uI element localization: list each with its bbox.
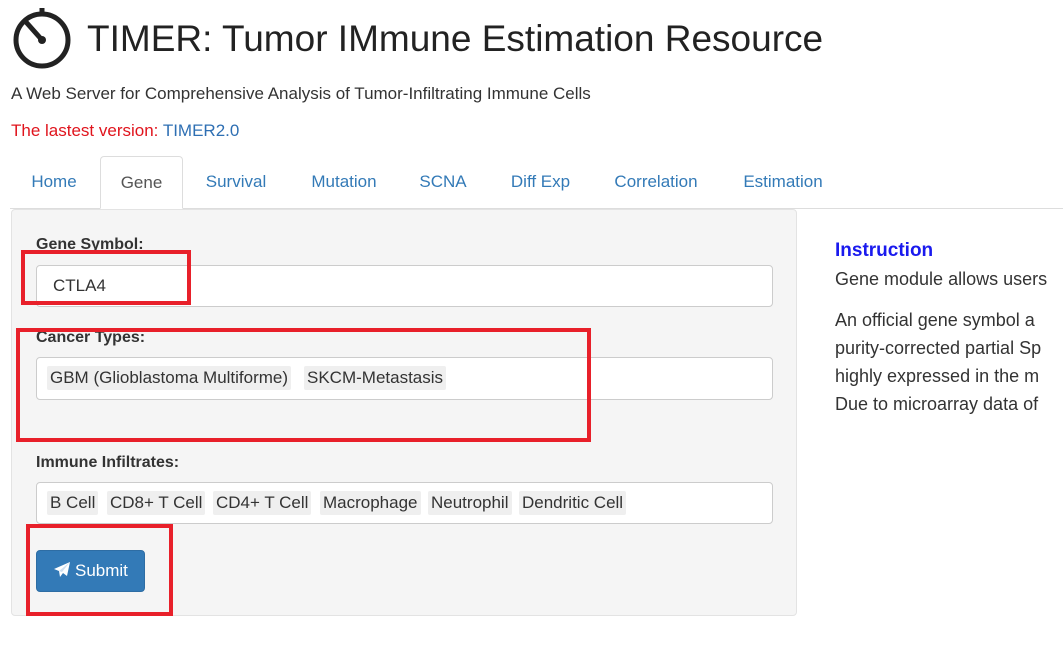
- instruction-text: Gene module allows users: [835, 269, 1048, 289]
- version-notice: The lastest version: TIMER2.0: [11, 120, 239, 142]
- immune-cell-chip[interactable]: CD4+ T Cell: [213, 491, 312, 515]
- nav-tabs: Home Gene Survival Mutation SCNA Diff Ex…: [10, 156, 1063, 209]
- instruction-text: highly expressed in the m: [835, 366, 1040, 386]
- version-label: The lastest version:: [11, 121, 163, 140]
- tab-survival[interactable]: Survival: [185, 156, 287, 208]
- tab-estimation[interactable]: Estimation: [718, 156, 848, 208]
- immune-cell-chip[interactable]: B Cell: [47, 491, 99, 515]
- immune-infiltrates-select[interactable]: B Cell CD8+ T Cell CD4+ T Cell Macrophag…: [36, 482, 773, 524]
- tab-gene[interactable]: Gene: [100, 156, 183, 209]
- instruction-text: purity-corrected partial Sp: [835, 338, 1042, 358]
- immune-cell-chip[interactable]: Neutrophil: [428, 491, 512, 515]
- page-title: TIMER: Tumor IMmune Estimation Resource: [87, 18, 824, 59]
- tab-diff-exp[interactable]: Diff Exp: [487, 156, 594, 208]
- instruction-text: An official gene symbol a: [835, 310, 1035, 330]
- instruction-title: Instruction: [835, 240, 934, 261]
- highlight-box-cancer: [16, 328, 591, 442]
- version-link[interactable]: TIMER2.0: [163, 121, 240, 140]
- immune-infiltrates-label: Immune Infiltrates:: [36, 454, 180, 471]
- tab-mutation[interactable]: Mutation: [289, 156, 399, 208]
- timer-logo-icon: [13, 8, 71, 69]
- highlight-box-gene: [21, 250, 191, 305]
- immune-cell-chip[interactable]: CD8+ T Cell: [107, 491, 206, 515]
- tab-correlation[interactable]: Correlation: [596, 156, 716, 208]
- instruction-text: Due to microarray data of: [835, 394, 1039, 414]
- immune-cell-chip[interactable]: Dendritic Cell: [519, 491, 627, 515]
- highlight-box-submit: [26, 524, 173, 616]
- immune-cell-chip[interactable]: Macrophage: [320, 491, 421, 515]
- tab-home[interactable]: Home: [10, 156, 98, 208]
- tab-scna[interactable]: SCNA: [401, 156, 485, 208]
- page-subtitle: A Web Server for Comprehensive Analysis …: [11, 84, 591, 103]
